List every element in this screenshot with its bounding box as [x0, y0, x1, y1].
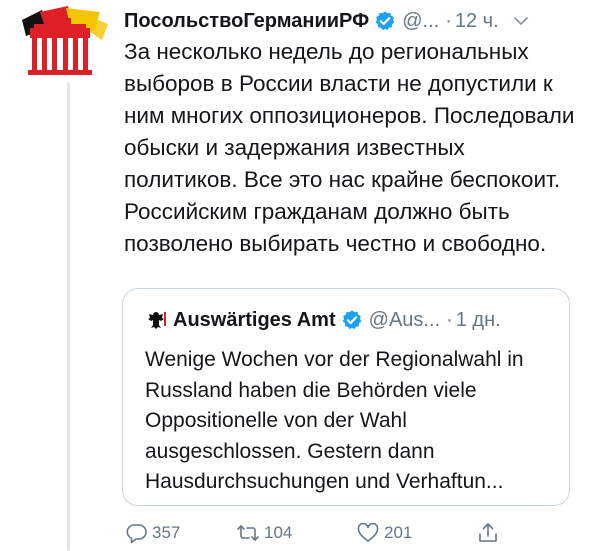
reply-count: 357 — [152, 523, 181, 542]
like-count: 201 — [384, 523, 413, 542]
embassy-logo-icon — [22, 6, 108, 75]
retweet-count: 104 — [264, 523, 293, 542]
quoted-tweet[interactable]: Auswärtiges Amt @Aus... · 1 дн. Wenige W… — [122, 288, 570, 506]
separator-dot: · — [446, 308, 453, 331]
separator-dot: · — [445, 9, 452, 32]
quoted-timestamp[interactable]: 1 дн. — [456, 309, 501, 332]
tweet-text: За несколько недель до региональных выбо… — [124, 39, 575, 256]
quoted-tweet-header: Auswärtiges Amt @Aus... · 1 дн. — [145, 305, 559, 335]
verified-badge-icon — [375, 11, 395, 31]
share-icon — [479, 523, 497, 542]
timestamp[interactable]: 12 ч. — [455, 10, 499, 33]
retweet-icon — [237, 525, 259, 541]
quoted-author-handle[interactable]: @Aus... — [369, 309, 440, 332]
thread-line — [67, 82, 70, 551]
tweet-actions: 357 104 201 — [124, 520, 564, 546]
reply-button[interactable]: 357 — [124, 520, 180, 546]
avatar[interactable] — [18, 6, 118, 78]
reply-icon — [126, 524, 147, 544]
share-button[interactable] — [476, 520, 504, 546]
chevron-down-icon[interactable] — [513, 13, 529, 29]
retweet-button[interactable]: 104 — [236, 520, 292, 546]
author-handle[interactable]: @... — [402, 10, 439, 33]
quoted-author-name[interactable]: Auswärtiges Amt — [173, 309, 336, 332]
quoted-tweet-text: Wenige Wochen vor der Regionalwahl in Ru… — [145, 348, 524, 493]
tweet-header: ПосольствоГерманииРФ @... · 12 ч. — [124, 6, 580, 36]
heart-icon — [357, 522, 379, 542]
author-name[interactable]: ПосольствоГерманииРФ — [124, 10, 369, 33]
verified-badge-icon — [342, 310, 361, 330]
like-button[interactable]: 201 — [356, 520, 412, 546]
federal-eagle-icon — [148, 312, 166, 329]
